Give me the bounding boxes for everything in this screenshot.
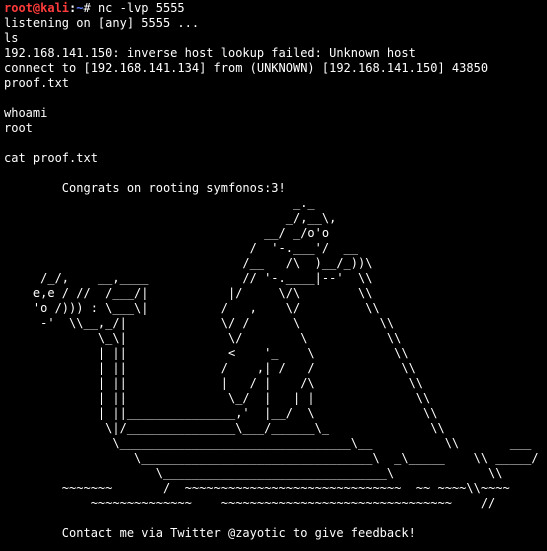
prompt-symbol: #	[83, 1, 98, 15]
output-line: cat proof.txt	[4, 151, 98, 165]
output-line: root	[4, 121, 33, 135]
ascii-art-line: __/ _/o'o	[4, 226, 330, 240]
terminal-window[interactable]: root@kali:~# nc -lvp 5555 listening on […	[0, 0, 547, 551]
ascii-art-line: _._	[4, 196, 315, 210]
ascii-art-line: \|/_______________\___/______\_ \\	[4, 421, 445, 435]
output-line: ls	[4, 31, 19, 45]
ascii-art-line: 'o /))) : \___\| / , \/ \\	[4, 301, 380, 315]
ascii-art-line: | || \_/ | | | \\	[4, 391, 431, 405]
output-line: listening on [any] 5555 ...	[4, 16, 200, 30]
contact-message: Contact me via Twitter @zayotic to give …	[4, 526, 416, 540]
output-line: proof.txt	[4, 76, 70, 90]
ascii-art-line: ~~~~~~~ / ~~~~~~~~~~~~~~~~~~~~~~~~~~~~~~…	[4, 481, 510, 495]
ascii-art-line: \________________________________\__ \\ …	[4, 436, 532, 450]
prompt-path: ~	[76, 1, 84, 15]
output-line: connect to [192.168.141.134] from (UNKNO…	[4, 61, 489, 75]
ascii-art-line: / '-.___'/ __	[4, 241, 359, 255]
ascii-art-line: ~~~~~~~~~~~~~~ ~~~~~~~~~~~~~~~~~~~~~~~~~…	[4, 496, 496, 510]
output-line: 192.168.141.150: inverse host lookup fai…	[4, 46, 416, 60]
ascii-art-line: \________________________________\ _\___…	[4, 451, 539, 465]
ascii-art-line: /__ /\ )__/_))\	[4, 256, 373, 270]
prompt-user-host: root@kali	[4, 1, 70, 15]
ascii-art-line: | || | / | /\ \\	[4, 376, 424, 390]
ascii-art-line: -' \\__,_/| \/ / \ \\	[4, 316, 395, 330]
ascii-art-line: /_/, __,____ // '-.____|--' \\	[4, 271, 373, 285]
ascii-art-line: e,e / // /___/| |/ \/\ \\	[4, 286, 373, 300]
ascii-art-line: | ||_______________,' |__/ \ \\	[4, 406, 438, 420]
ascii-art-line: \_______________________________\ \\	[4, 466, 503, 480]
output-line: whoami	[4, 106, 48, 120]
ascii-art-line: _/,__\,	[4, 211, 337, 225]
congrats-message: Congrats on rooting symfonos:3!	[4, 181, 286, 195]
prompt-command: nc -lvp 5555	[97, 1, 185, 15]
ascii-art-line: \_\| \/ \ \\	[4, 331, 402, 345]
ascii-art-line: | || / ,| / / \\	[4, 361, 416, 375]
ascii-art-line: | || < '_ \ \\	[4, 346, 409, 360]
prompt-line: root@kali:~# nc -lvp 5555	[4, 1, 547, 16]
